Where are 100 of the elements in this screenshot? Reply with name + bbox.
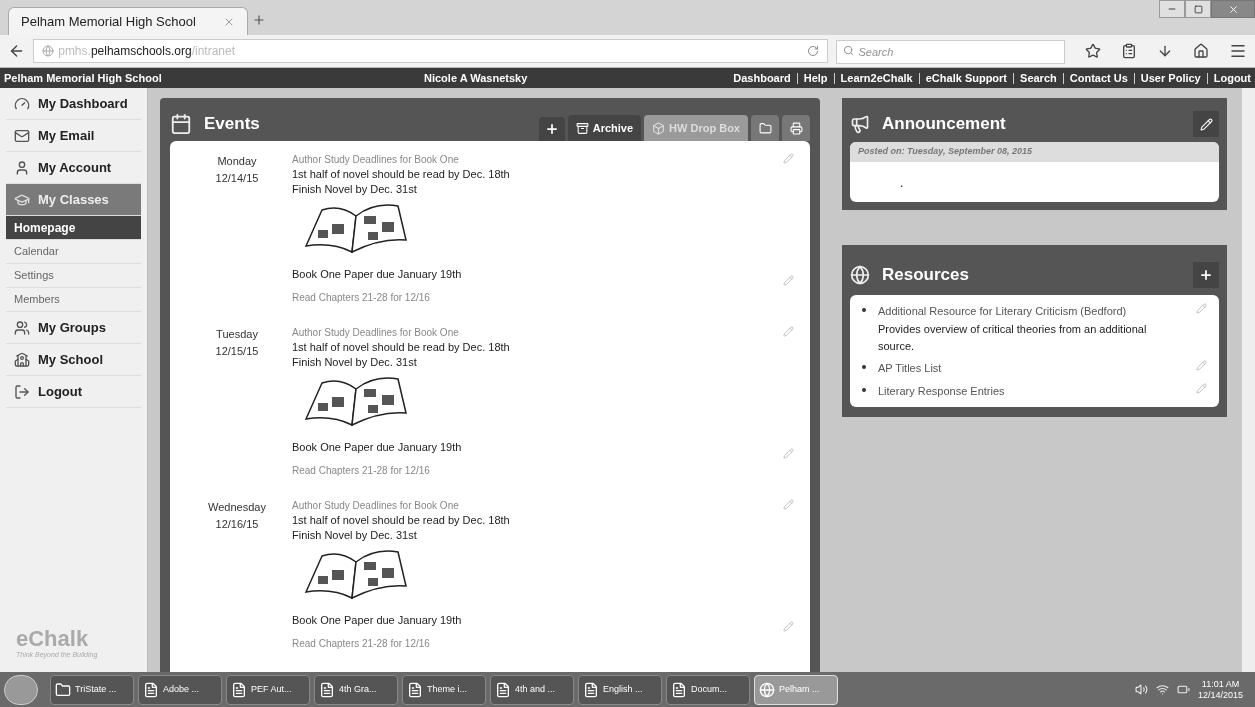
sidebar-subitem[interactable]: Settings [6, 264, 141, 288]
megaphone-icon [850, 114, 870, 134]
box-icon [652, 121, 666, 135]
header-link[interactable]: Help [803, 69, 828, 87]
resource-link[interactable]: AP Titles List [878, 360, 1184, 377]
header-link[interactable]: Contact Us [1069, 69, 1128, 87]
battery-icon[interactable] [1176, 683, 1190, 696]
taskbar-item[interactable]: 4th and ... [490, 674, 574, 705]
sidebar-item[interactable]: Logout [6, 376, 141, 408]
app-icon [495, 681, 511, 698]
header-link[interactable]: Logout [1213, 69, 1251, 87]
header-link[interactable]: User Policy [1140, 69, 1201, 87]
edit-icon[interactable] [783, 326, 794, 337]
event-line: Finish Novel by Dec. 31st [292, 182, 418, 197]
taskbar-item[interactable]: Docum... [666, 674, 750, 705]
event-date: 12/15/15 [215, 343, 259, 359]
event-day: Wednesday [208, 499, 266, 516]
sidebar-subitem[interactable]: Calendar [6, 240, 141, 264]
edit-icon[interactable] [783, 499, 794, 510]
posted-date: Posted on: Tuesday, September 08, 2015 [850, 142, 1219, 162]
archive-icon [575, 121, 589, 135]
app-icon [671, 681, 687, 698]
edit-icon[interactable] [1196, 382, 1207, 394]
event-date: 12/14/15 [215, 170, 259, 186]
panel-title: Resources [882, 263, 969, 286]
add-event-button[interactable] [538, 117, 565, 141]
echalk-logo: eChalk [16, 627, 90, 650]
folder-icon [758, 121, 772, 135]
sidebar-item[interactable]: My Email [6, 120, 141, 152]
sidebar-subitem[interactable]: Members [6, 288, 141, 312]
minimize-button[interactable] [1159, 0, 1185, 18]
maximize-button[interactable] [1185, 0, 1211, 18]
edit-button[interactable] [1193, 111, 1219, 137]
event-title: Author Study Deadlines for Book One [292, 326, 460, 340]
event-line: 1st half of novel should be read by Dec. 18th [292, 513, 511, 528]
edit-icon[interactable] [783, 153, 794, 164]
calendar-icon [170, 112, 192, 135]
event-day: Tuesday [216, 326, 258, 343]
panel-title: Events [204, 112, 260, 135]
maximize-icon [1193, 4, 1203, 14]
new-tab-icon[interactable] [252, 13, 266, 27]
event-title: Author Study Deadlines for Book One [292, 499, 460, 513]
bullet-icon [862, 307, 866, 312]
browser-tab[interactable]: Pelham Memorial High School [8, 7, 248, 35]
event-title: Author Study Deadlines for Book One [292, 153, 460, 167]
sidebar-item[interactable]: My Dashboard [6, 88, 141, 120]
home-icon[interactable] [1193, 43, 1209, 59]
edit-icon[interactable] [1196, 360, 1207, 371]
event-line: 1st half of novel should be read by Dec. 18th [292, 167, 511, 182]
reload-icon[interactable] [806, 45, 819, 57]
event-line: 1st half of novel should be read by Dec. 18th [292, 340, 511, 355]
resource-link[interactable]: Literary Response Entries [878, 382, 1184, 399]
header-link[interactable]: Search [1020, 69, 1057, 87]
app-icon [55, 681, 71, 698]
taskbar-item[interactable]: English ... [578, 674, 662, 705]
sidebar-subitem[interactable]: Homepage [6, 216, 141, 240]
sidebar-item[interactable]: My Groups [6, 312, 141, 344]
user-name: Nicole A Wasnetsky [424, 70, 528, 86]
header-link[interactable]: Dashboard [733, 69, 791, 87]
start-button[interactable] [4, 674, 38, 705]
taskbar-item[interactable]: Theme i... [402, 674, 486, 705]
bullet-icon [862, 387, 866, 392]
search-field[interactable]: Search [835, 40, 1065, 64]
bookmark-star-icon[interactable] [1085, 43, 1101, 59]
print-icon [789, 121, 803, 135]
menu-icon[interactable] [1229, 42, 1247, 60]
download-icon[interactable] [1157, 43, 1173, 59]
sidebar-item[interactable]: My School [6, 344, 141, 376]
folder-button[interactable] [751, 115, 779, 141]
taskbar-item[interactable]: PEF Aut... [226, 674, 310, 705]
edit-icon[interactable] [783, 448, 794, 459]
globe-icon [850, 264, 870, 285]
sidebar-item-icon [14, 127, 30, 144]
search-icon [842, 45, 854, 56]
edit-icon[interactable] [1196, 302, 1207, 314]
event-day: Monday [217, 153, 257, 170]
clock-time[interactable]: 11:01 AM [1201, 678, 1240, 690]
speaker-icon[interactable] [1134, 683, 1148, 696]
sidebar-item-icon [14, 319, 30, 336]
edit-icon[interactable] [783, 275, 794, 286]
taskbar-item[interactable]: TriState ... [50, 674, 134, 705]
sidebar-item[interactable]: My Classes [6, 184, 141, 216]
edit-icon[interactable] [783, 621, 794, 632]
clock-date[interactable]: 12/14/2015 [1197, 689, 1243, 701]
signal-icon[interactable] [1155, 683, 1169, 696]
event-line: Finish Novel by Dec. 31st [292, 355, 418, 370]
address-field[interactable]: pmhs.pelhamschools.org/intranet [33, 39, 828, 63]
print-button[interactable] [782, 115, 810, 141]
bookmarks-list-icon[interactable] [1121, 43, 1137, 59]
header-link[interactable]: eChalk Support [925, 69, 1008, 87]
taskbar-item[interactable]: Adobe ... [138, 674, 222, 705]
taskbar-item[interactable]: 4th Gra... [314, 674, 398, 705]
event-note: Read Chapters 21-28 for 12/16 [292, 291, 431, 305]
app-icon [759, 681, 775, 698]
resource-description: Provides overview of critical theories from an additional source. [878, 322, 1148, 354]
add-resource-button[interactable] [1193, 261, 1219, 288]
panel-tab[interactable]: Archive [567, 115, 642, 141]
header-link[interactable]: Learn2eChalk [840, 69, 913, 87]
sidebar-item-icon [14, 159, 30, 176]
resource-link[interactable]: Additional Resource for Literary Criticism (Bedford) [878, 302, 1184, 319]
